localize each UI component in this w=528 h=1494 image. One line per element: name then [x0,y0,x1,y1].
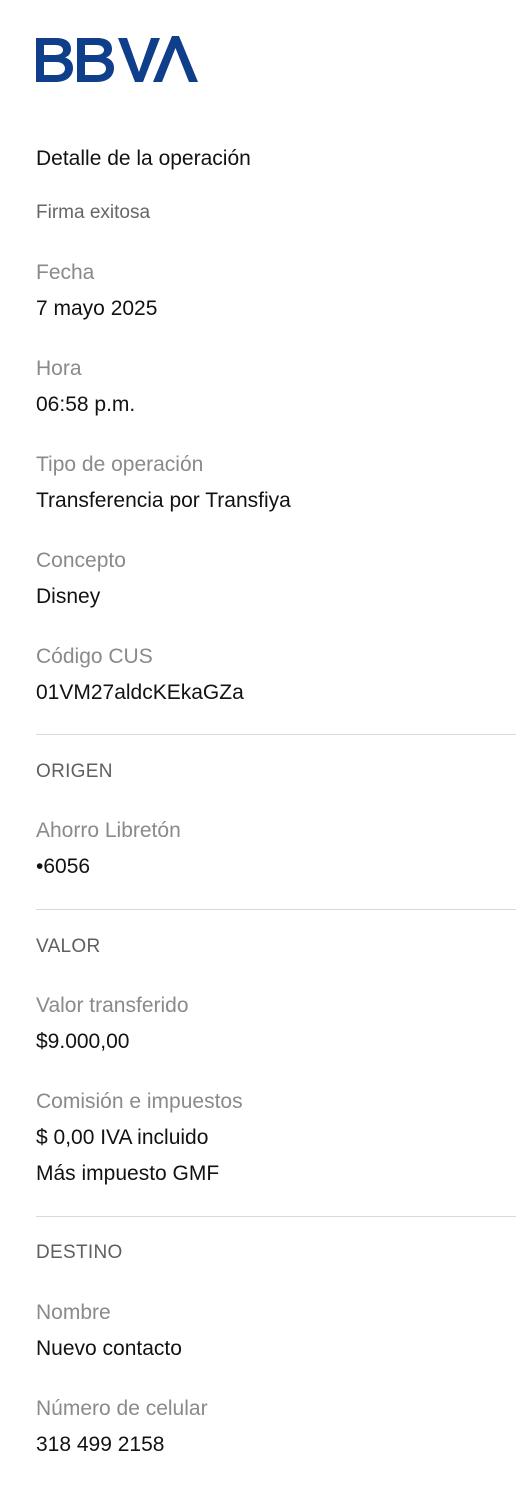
valor-transferido-value: $9.000,00 [36,1030,130,1053]
concepto-label: Concepto [36,549,126,572]
nombre-label: Nombre [36,1301,111,1324]
operation-detail-page: Detalle de la operación Firma exitosa Fe… [0,0,528,1494]
valor-heading: VALOR [36,936,101,957]
codigo-cus-value: 01VM27aldcKEkaGZa [36,681,244,704]
divider [36,1216,516,1217]
comision-note: Más impuesto GMF [36,1162,220,1185]
bbva-logo [36,34,198,86]
origen-account-value: •6056 [36,855,91,878]
concepto-value: Disney [36,585,101,608]
comision-value: $ 0,00 IVA incluido [36,1126,209,1149]
codigo-cus-label: Código CUS [36,645,153,668]
status-text: Firma exitosa [36,202,151,223]
nombre-value: Nuevo contacto [36,1337,182,1360]
hora-value: 06:58 p.m. [36,393,136,416]
divider [36,734,516,735]
destino-heading: DESTINO [36,1242,123,1263]
celular-label: Número de celular [36,1397,208,1420]
origen-heading: ORIGEN [36,761,113,782]
hora-label: Hora [36,357,82,380]
comision-label: Comisión e impuestos [36,1090,243,1113]
page-title: Detalle de la operación [36,147,251,170]
divider [36,909,516,910]
fecha-value: 7 mayo 2025 [36,297,158,320]
valor-transferido-label: Valor transferido [36,994,189,1017]
tipo-operacion-value: Transferencia por Transfiya [36,489,291,512]
tipo-operacion-label: Tipo de operación [36,453,204,476]
origen-account-label: Ahorro Libretón [36,819,181,842]
celular-value: 318 499 2158 [36,1433,165,1456]
fecha-label: Fecha [36,261,95,284]
